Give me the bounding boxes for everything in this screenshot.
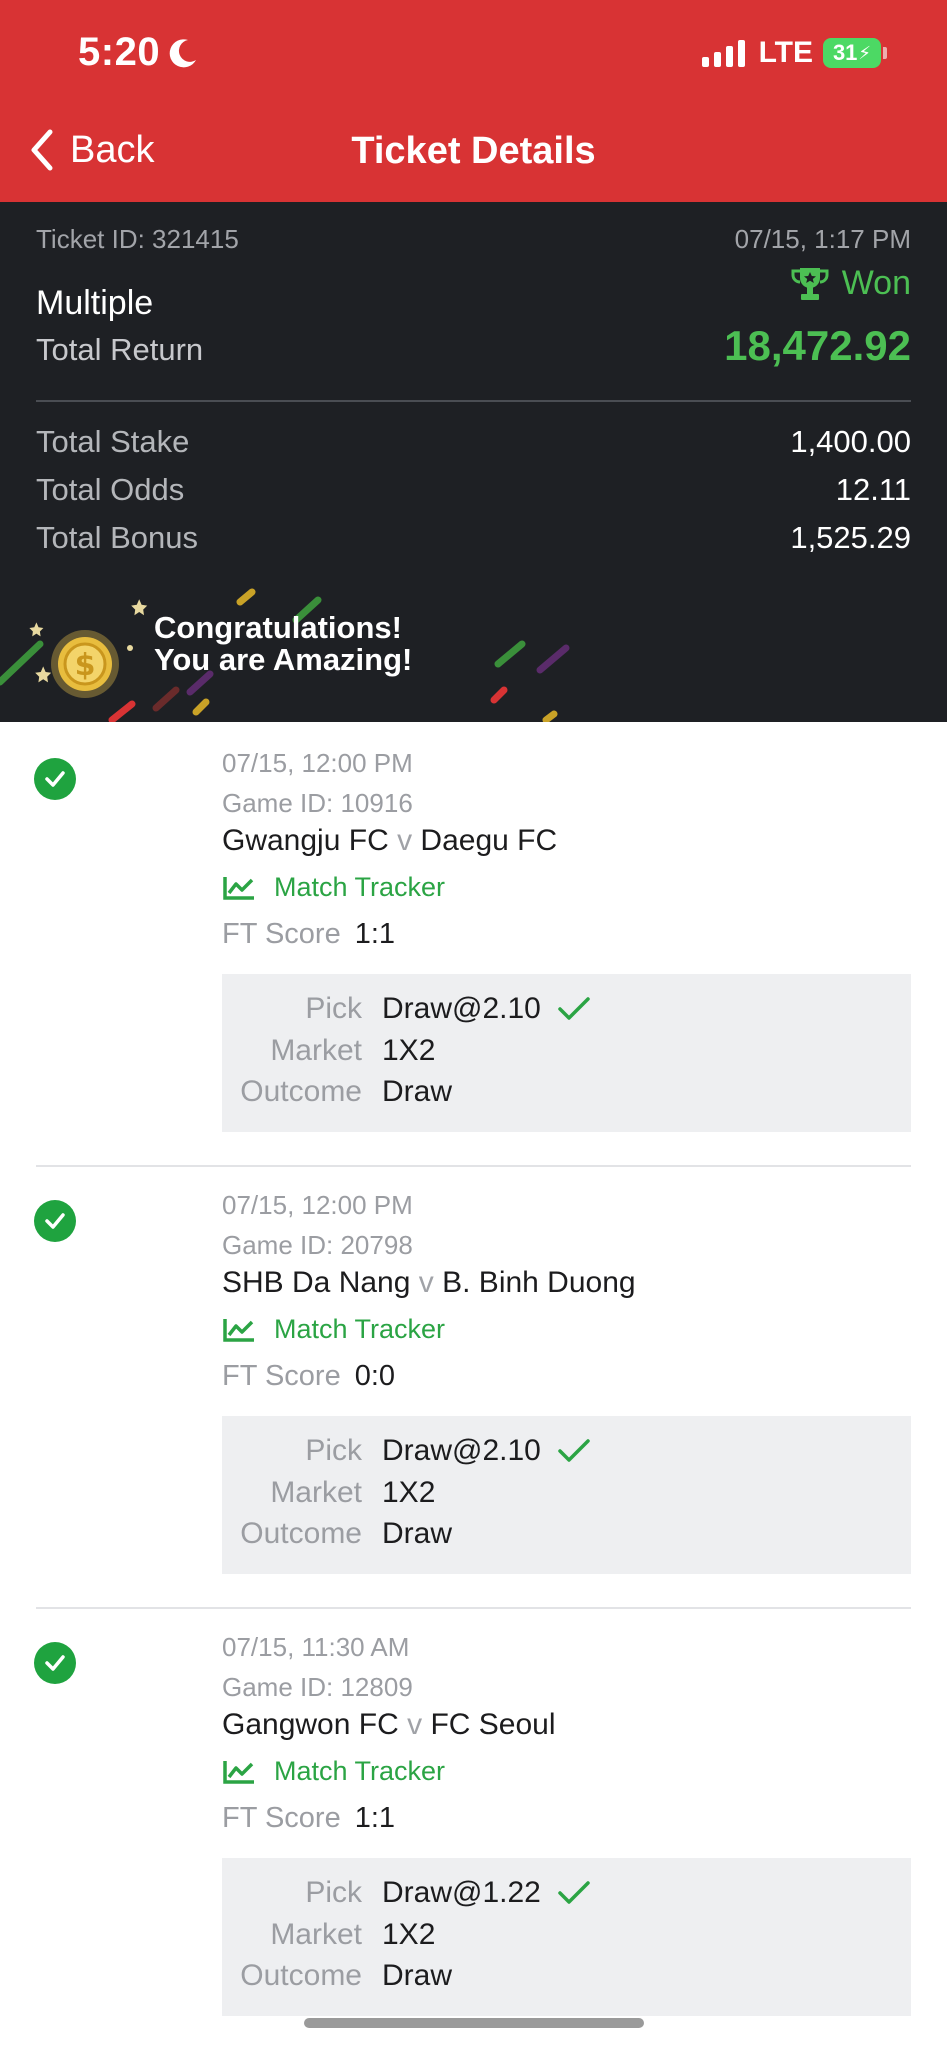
market-label: Market (270, 1918, 362, 1951)
match-teams: Gangwon FC v FC Seoul (222, 1708, 911, 1742)
home-team: SHB Da Nang (222, 1266, 411, 1299)
ft-score-label: FT Score (222, 1802, 341, 1834)
status-time: 5:20 (78, 30, 161, 74)
pick-label: Pick (305, 1434, 362, 1467)
svg-text:$: $ (75, 648, 96, 683)
pick-details: Pick Draw@2.10 Market 1X2 Outcome Draw (222, 974, 911, 1132)
outcome-value: Draw (382, 1517, 453, 1550)
total-bonus-value: 1,525.29 (790, 520, 911, 555)
ft-score-value: 0:0 (354, 1360, 396, 1392)
market-value: 1X2 (382, 1034, 436, 1067)
ft-score-label: FT Score (222, 918, 341, 950)
signal-icon (701, 39, 745, 67)
pick-details: Pick Draw@2.10 Market 1X2 Outcome Draw (222, 1416, 911, 1574)
ft-score: FT Score 0:0 (222, 1360, 911, 1393)
pick-value: Draw@2.10 (382, 1434, 541, 1467)
checkmark-icon (558, 997, 590, 1020)
check-circle-icon (34, 758, 76, 800)
match-teams: SHB Da Nang v B. Binh Duong (222, 1266, 911, 1300)
ft-score: FT Score 1:1 (222, 918, 911, 951)
match-tracker-link[interactable]: Match Tracker (222, 1756, 911, 1787)
battery-level: 31 (832, 40, 858, 65)
versus: v (397, 824, 413, 857)
total-odds-value: 12.11 (835, 472, 911, 507)
market-value: 1X2 (382, 1476, 436, 1509)
ft-score: FT Score 1:1 (222, 1802, 911, 1835)
check-circle-icon (34, 1200, 76, 1242)
pick-details: Pick Draw@1.22 Market 1X2 Outcome Draw (222, 1858, 911, 2016)
outcome-label: Outcome (240, 1075, 362, 1108)
away-team: Daegu FC (420, 824, 558, 857)
versus: v (407, 1708, 423, 1741)
match-tracker-link[interactable]: Match Tracker (222, 1314, 911, 1345)
outcome-value: Draw (382, 1959, 453, 1992)
ticket-summary: Ticket ID: 321415 07/15, 1:17 PM Won Mul… (0, 202, 947, 722)
total-return-value: 18,472.92 (724, 322, 911, 369)
confetti-decoration: $ (0, 588, 570, 722)
ticket-id: Ticket ID: 321415 (36, 224, 239, 254)
app-header: 5:20 LTE 31 ⚡ Back Ticket Details (0, 0, 947, 202)
congrats-message: Congratulations! You are Amazing! (154, 612, 412, 676)
total-stake-label: Total Stake (36, 424, 190, 459)
away-team: B. Binh Duong (442, 1266, 636, 1299)
moon-icon (169, 39, 196, 68)
total-bonus-label: Total Bonus (36, 520, 198, 555)
match-datetime: 07/15, 11:30 AM (222, 1632, 410, 1662)
versus: v (418, 1266, 434, 1299)
match-tracker-label: Match Tracker (274, 1314, 446, 1344)
match-datetime: 07/15, 12:00 PM (222, 1190, 413, 1220)
ft-score-value: 1:1 (354, 918, 396, 950)
total-return-label: Total Return (36, 332, 204, 367)
check-circle-icon (34, 1642, 76, 1684)
outcome-value: Draw (382, 1075, 453, 1108)
match-datetime: 07/15, 12:00 PM (222, 748, 413, 778)
outcome-label: Outcome (240, 1959, 362, 1992)
total-odds-label: Total Odds (36, 472, 185, 507)
home-team: Gwangju FC (222, 824, 389, 857)
game-id: Game ID: 12809 (222, 1672, 413, 1702)
match-tracker-label: Match Tracker (274, 872, 446, 902)
checkmark-icon (558, 1881, 590, 1904)
battery-tip (883, 47, 887, 59)
total-stake-value: 1,400.00 (790, 424, 911, 459)
game-id: Game ID: 20798 (222, 1230, 413, 1260)
pick-value: Draw@1.22 (382, 1876, 541, 1909)
market-label: Market (270, 1034, 362, 1067)
match-teams: Gwangju FC v Daegu FC (222, 824, 911, 858)
pick-value: Draw@2.10 (382, 992, 541, 1025)
battery-icon: 31 ⚡ (823, 38, 881, 68)
match-tracker-label: Match Tracker (274, 1756, 446, 1786)
divider (36, 1165, 911, 1167)
match-tracker-link[interactable]: Match Tracker (222, 872, 911, 903)
network-label: LTE (758, 36, 813, 69)
home-team: Gangwon FC (222, 1708, 399, 1741)
ft-score-label: FT Score (222, 1360, 341, 1392)
market-label: Market (270, 1476, 362, 1509)
away-team: FC Seoul (430, 1708, 556, 1741)
page-title: Ticket Details (351, 130, 596, 172)
ticket-date: 07/15, 1:17 PM (734, 224, 911, 254)
divider (36, 400, 911, 402)
pick-label: Pick (305, 1876, 362, 1909)
divider (36, 1607, 911, 1609)
pick-label: Pick (305, 992, 362, 1025)
market-value: 1X2 (382, 1918, 436, 1951)
chart-line-icon (223, 1760, 254, 1784)
ft-score-value: 1:1 (354, 1802, 396, 1834)
congrats-line-1: Congratulations! (154, 610, 402, 645)
congrats-line-2: You are Amazing! (154, 642, 413, 677)
checkmark-icon (558, 1439, 590, 1462)
game-id: Game ID: 10916 (222, 788, 413, 818)
chart-line-icon (223, 1318, 254, 1342)
ticket-type: Multiple (36, 284, 154, 322)
coin-icon: $ (51, 630, 119, 698)
chart-line-icon (223, 876, 254, 900)
status-indicators: LTE 31 ⚡ (701, 36, 887, 70)
outcome-label: Outcome (240, 1517, 362, 1550)
home-indicator[interactable] (304, 2018, 644, 2028)
